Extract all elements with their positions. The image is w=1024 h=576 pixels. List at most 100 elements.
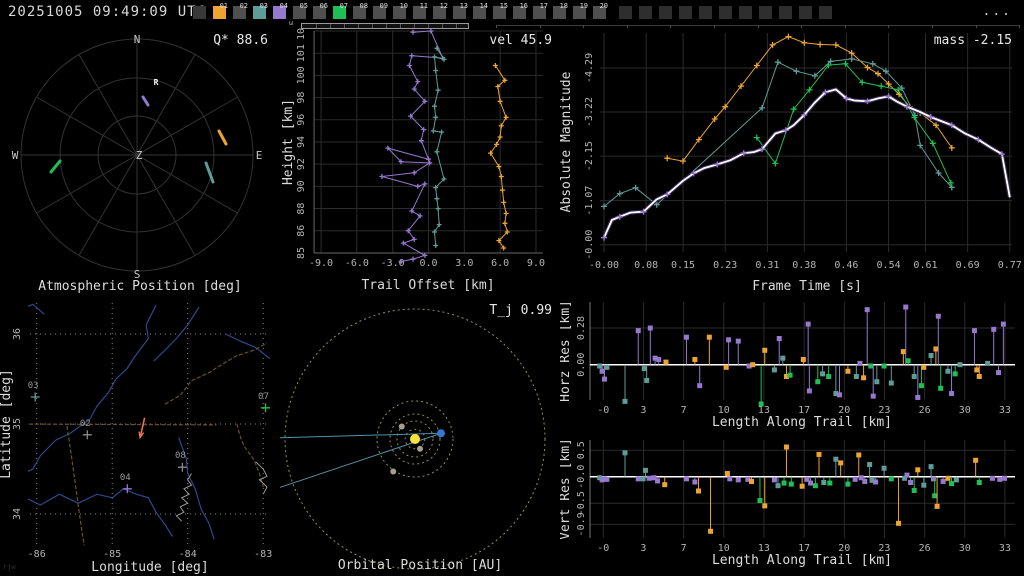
station-slot-empty [679,6,692,19]
station-box-12[interactable]: 12 [433,2,448,19]
svg-text:0.31: 0.31 [755,260,779,271]
svg-text:30: 30 [959,543,971,554]
svg-text:3: 3 [640,405,646,416]
station-box-07[interactable]: 07 [333,2,348,19]
svg-text:Vert Res [km]: Vert Res [km] [560,438,573,540]
svg-text:Z: Z [136,149,143,162]
station-box-20[interactable]: 20 [593,2,608,19]
station-box-01[interactable]: 01 [213,2,228,19]
station-box-label: 16 [519,2,528,10]
svg-text:Horz Res [km]: Horz Res [km] [560,300,573,402]
station-slot-empty [779,6,792,19]
svg-text:6.0: 6.0 [491,258,509,269]
map-station-03: 03 [28,381,40,402]
svg-text:0.08: 0.08 [634,260,658,271]
station-box-08[interactable]: 08 [353,2,368,19]
svg-text:-1.07: -1.07 [584,186,595,216]
svg-text:0.54: 0.54 [877,260,901,271]
station-box-18[interactable]: 18 [553,2,568,19]
station-box-14[interactable]: 14 [473,2,488,19]
station-slot-empty [739,6,752,19]
station-box-03[interactable]: 03 [253,2,268,19]
station-box-label: 03 [259,2,268,10]
svg-text:101: 101 [296,44,307,62]
station-box-blank[interactable] [193,6,206,19]
station-box-label: 09 [379,2,388,10]
station-box-17[interactable]: 17 [533,2,548,19]
station-box-15[interactable]: 15 [493,2,508,19]
polar-trail-07 [49,159,62,174]
svg-text:0.15: 0.15 [671,260,695,271]
timeline-bar-secondary[interactable] [496,25,1021,28]
svg-text:Frame Time [s]: Frame Time [s] [752,279,862,294]
svg-text:98: 98 [296,92,307,104]
station-box-label: 04 [279,2,288,10]
menu-ellipsis[interactable]: ... [981,2,1014,21]
border-lines [28,342,268,546]
station-box-label: 01 [219,2,228,10]
station-box-label: 20 [599,2,608,10]
watermark: rjw [3,563,16,571]
svg-text:30: 30 [959,405,971,416]
map-station-08: 08 [175,451,187,472]
svg-text:88: 88 [296,203,307,215]
residuals-plots: 0.280.00Horz Res [km]-0 3 7 10 13 17 20 23 26 30 3… [560,300,1015,568]
station-box-05[interactable]: 05 [293,2,308,19]
svg-text:Length Along Trail [km]: Length Along Trail [km] [712,553,892,568]
station-box-label: 06 [319,2,328,10]
station-box-10[interactable]: 10 [393,2,408,19]
ground-track-arrow [138,417,146,440]
svg-text:-83: -83 [254,549,272,560]
station-box-13[interactable]: 13 [453,2,468,19]
svg-text:92: 92 [296,158,307,170]
station-box-11[interactable]: 11 [413,2,428,19]
svg-text:T_j 0.99: T_j 0.99 [489,303,552,318]
ground-map-plot: 0203040708-86 -85 -84 -83343536Longitude [d… [0,303,272,575]
plot-grid [600,33,1012,252]
station-slot-empty [719,6,732,19]
station-box-label: 07 [339,2,348,10]
svg-text:Latitude [deg]: Latitude [deg] [0,369,14,479]
svg-text:36: 36 [12,328,23,340]
map-features [28,303,270,546]
svg-text:03: 03 [28,381,39,391]
mag-series-g [753,60,954,186]
station-box-label: 02 [239,2,248,10]
station-slot-empty [799,6,812,19]
station-box-19[interactable]: 19 [573,2,588,19]
svg-text:mass -2.15: mass -2.15 [934,33,1012,48]
svg-text:86: 86 [296,225,307,237]
station-box-04[interactable]: 04 [273,2,288,19]
trail-offset-plot: -9.0 -6.0 -3.0 0.0 3.0 6.0 9.01031011009896949… [281,28,552,293]
utc-clock: 20251005 09:49:09 UTC [8,4,207,20]
station-box-16[interactable]: 16 [513,2,528,19]
station-box-06[interactable]: 06 [313,2,328,19]
orbital-position-plot: T_j 0.99 Orbital Position [AU] [280,303,552,573]
svg-text:103: 103 [296,28,307,40]
svg-text:W: W [12,149,19,162]
station-box-label: 13 [459,2,468,10]
svg-text:7: 7 [681,405,687,416]
svg-text:Height [km]: Height [km] [281,99,296,185]
svg-text:Longitude [deg]: Longitude [deg] [91,560,208,575]
svg-text:-84: -84 [179,549,197,560]
station-box-09[interactable]: 09 [373,2,388,19]
atmospheric-position-plot: NSW EZRQ* 88.6Atmospheric Position [deg] [12,33,268,294]
station-slot-empty [619,6,632,19]
vert-res-plot [589,440,1015,538]
polar-trail-01 [217,129,228,146]
svg-text:0.23: 0.23 [713,260,737,271]
svg-text:-86: -86 [28,549,46,560]
svg-text:34: 34 [12,508,23,520]
meteor-dashboard: 20251005 09:49:09 UTC 01 02 03 04 05 06 07 08 09… [0,0,1024,576]
station-box-label: 10 [399,2,408,10]
svg-text:-2.15: -2.15 [584,141,595,171]
svg-text:-0.9: -0.9 [576,512,587,536]
svg-text:N: N [134,33,141,46]
svg-text:-4.29: -4.29 [584,53,595,83]
svg-text:08: 08 [175,451,186,461]
svg-text:-9.0: -9.0 [309,258,333,269]
station-box-label: 18 [559,2,568,10]
svg-text:-3.22: -3.22 [584,97,595,127]
station-box-02[interactable]: 02 [233,2,248,19]
